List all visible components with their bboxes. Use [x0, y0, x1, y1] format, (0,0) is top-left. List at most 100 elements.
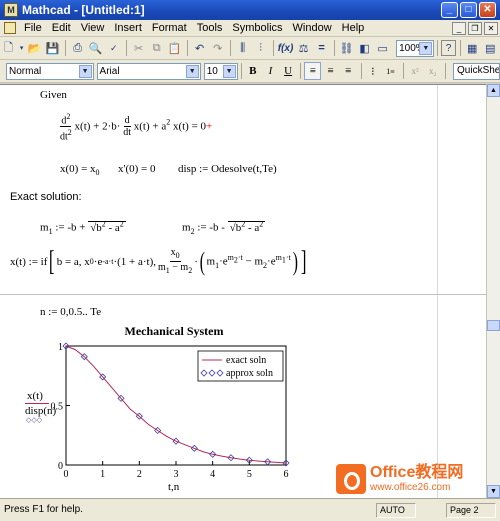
- style-select[interactable]: Normal ▼: [6, 62, 94, 80]
- approx-soln-marker: [190, 444, 198, 452]
- vertical-scrollbar[interactable]: ▲ ▼: [486, 84, 500, 498]
- range-variable-n[interactable]: n := 0,0.5.. Te: [40, 306, 101, 318]
- legend-box: [197, 350, 284, 382]
- insert-hyperlink-icon[interactable]: ⛓: [338, 39, 355, 57]
- insert-function-icon[interactable]: f(x): [277, 39, 294, 57]
- align-left-icon[interactable]: ≡: [304, 62, 322, 80]
- x-exact-definition[interactable]: x(t) := if [ b = a, x 0 ·e -a·t ·(1 + a·t), …: [10, 247, 309, 276]
- font-size-select[interactable]: 10 ▼: [203, 62, 238, 80]
- insert-unit-icon[interactable]: ⚖: [295, 39, 312, 57]
- x-tick-label: 5: [247, 469, 252, 480]
- chevron-down-icon: ▼: [185, 64, 199, 78]
- x-tick-label: 0: [64, 469, 69, 480]
- exact-soln-line: [65, 345, 287, 464]
- close-button[interactable]: ✕: [479, 2, 496, 18]
- approx-soln-marker: [99, 373, 107, 381]
- mathcad-icon: M: [4, 3, 18, 17]
- align-center-icon[interactable]: ≡: [322, 62, 339, 80]
- page-break-line: [0, 294, 486, 295]
- font-select[interactable]: Arial ▼: [96, 62, 201, 80]
- menu-symbolics[interactable]: Symbolics: [227, 22, 287, 34]
- approx-soln-marker: [154, 426, 162, 435]
- graph-toolbar-icon[interactable]: ▤: [482, 39, 499, 57]
- redo-icon[interactable]: ↷: [209, 39, 226, 57]
- m1-definition[interactable]: m1 := -b + √b2 - a2: [40, 219, 126, 236]
- x-tick-label: 1: [100, 469, 105, 480]
- given-keyword[interactable]: Given: [40, 89, 67, 101]
- chevron-down-icon[interactable]: ▾: [18, 39, 25, 57]
- menu-edit[interactable]: Edit: [47, 22, 76, 34]
- y-axis-label-x: x(t): [27, 390, 43, 402]
- menu-bar: File Edit View Insert Format Tools Symbo…: [0, 20, 500, 37]
- copy-icon[interactable]: ⧉: [148, 39, 165, 57]
- calculate-icon[interactable]: =: [313, 39, 330, 57]
- standard-toolbar: 🗋 ▾ 📂 💾 ⎙ 🔍 ✓ ✂ ⧉ 📋 ↶ ↷ ⫼ ⫶ f(x) ⚖ = ⛓ ◧…: [0, 37, 500, 60]
- resource-center-icon[interactable]: ▭: [374, 39, 391, 57]
- open-folder-icon[interactable]: 📂: [26, 39, 43, 57]
- status-hint: Press F1 for help.: [4, 504, 83, 515]
- chevron-down-icon: ▼: [419, 41, 433, 55]
- menu-window[interactable]: Window: [288, 22, 337, 34]
- align-right-icon[interactable]: ≡: [340, 62, 357, 80]
- calculator-toolbar-icon[interactable]: ▦: [464, 39, 481, 57]
- numbering-icon[interactable]: 1≡: [382, 62, 399, 80]
- spellcheck-icon[interactable]: ✓: [105, 39, 122, 57]
- chevron-down-icon: ▼: [222, 64, 236, 78]
- subscript-icon[interactable]: x₂: [424, 62, 441, 80]
- undo-icon[interactable]: ↶: [191, 39, 208, 57]
- menu-view[interactable]: View: [76, 22, 110, 34]
- plot-frame: [65, 345, 287, 466]
- worksheet[interactable]: Given d2 dt2 x(t) + 2·b· d dt x(t) + a2 x(…: [0, 84, 486, 498]
- maximize-button[interactable]: □: [460, 2, 477, 18]
- approx-soln-marker: [117, 394, 125, 402]
- x-tick-label: 4: [210, 469, 215, 480]
- exact-solution-label[interactable]: Exact solution:: [10, 191, 82, 203]
- y-axis-label-x-line: [25, 403, 49, 404]
- minimize-button[interactable]: _: [441, 2, 458, 18]
- legend-approx-swatch: [200, 369, 208, 377]
- menu-help[interactable]: Help: [337, 22, 370, 34]
- help-button[interactable]: ?: [441, 40, 456, 56]
- menu-insert[interactable]: Insert: [109, 22, 147, 34]
- formatting-toolbar: Normal ▼ Arial ▼ 10 ▼ B I U ≡ ≡ ≡ ⁝ 1≡ x…: [0, 60, 500, 83]
- menu-format[interactable]: Format: [147, 22, 192, 34]
- legend-exact-label: exact soln: [226, 355, 266, 366]
- doc-close-button[interactable]: ✕: [484, 21, 498, 35]
- align-down-icon[interactable]: ⫶: [252, 39, 269, 57]
- x-axis-label: t,n: [168, 481, 180, 493]
- menu-tools[interactable]: Tools: [192, 22, 228, 34]
- watermark: Office教程网 www.office26.com: [336, 462, 496, 496]
- bullets-icon[interactable]: ⁝: [364, 62, 381, 80]
- superscript-icon[interactable]: x²: [407, 62, 424, 80]
- align-across-icon[interactable]: ⫼: [234, 39, 251, 57]
- approx-soln-marker: [172, 437, 180, 445]
- initial-condition-velocity[interactable]: x'(0) = 0: [118, 163, 156, 175]
- doc-restore-button[interactable]: ❐: [468, 21, 482, 35]
- document-icon[interactable]: [4, 22, 16, 34]
- watermark-brand: Office教程网: [370, 464, 464, 481]
- print-preview-icon[interactable]: 🔍: [87, 39, 104, 57]
- scroll-thumb[interactable]: [487, 320, 500, 331]
- m2-definition[interactable]: m2 := -b - √b2 - a2: [182, 219, 266, 236]
- approx-soln-marker: [245, 456, 253, 464]
- cut-icon[interactable]: ✂: [130, 39, 147, 57]
- print-icon[interactable]: ⎙: [69, 39, 86, 57]
- italic-button[interactable]: I: [262, 62, 279, 80]
- underline-button[interactable]: U: [280, 62, 297, 80]
- approx-soln-marker: [135, 412, 143, 420]
- menu-file[interactable]: File: [19, 22, 47, 34]
- scroll-up-icon[interactable]: ▲: [487, 84, 500, 97]
- doc-minimize-button[interactable]: _: [452, 21, 466, 35]
- ode-equation[interactable]: d2 dt2 x(t) + 2·b· d dt x(t) + a2 x(t) = 0…: [60, 111, 212, 143]
- new-file-icon[interactable]: 🗋: [0, 39, 17, 57]
- paste-icon[interactable]: 📋: [166, 39, 183, 57]
- save-icon[interactable]: 💾: [44, 39, 61, 57]
- approx-soln-marker: [264, 458, 272, 466]
- initial-condition-position[interactable]: x(0) = x0: [60, 163, 100, 177]
- odesolve-definition[interactable]: disp := Odesolve(t,Te): [178, 163, 277, 175]
- mechanical-system-plot[interactable]: 0 1 2 3 4 5 600.51exact solnapprox soln: [0, 85, 486, 498]
- bold-button[interactable]: B: [244, 62, 261, 80]
- quicksheets-select[interactable]: QuickShe: [453, 62, 500, 80]
- zoom-select[interactable]: 100% ▼: [396, 39, 435, 57]
- insert-component-icon[interactable]: ◧: [356, 39, 373, 57]
